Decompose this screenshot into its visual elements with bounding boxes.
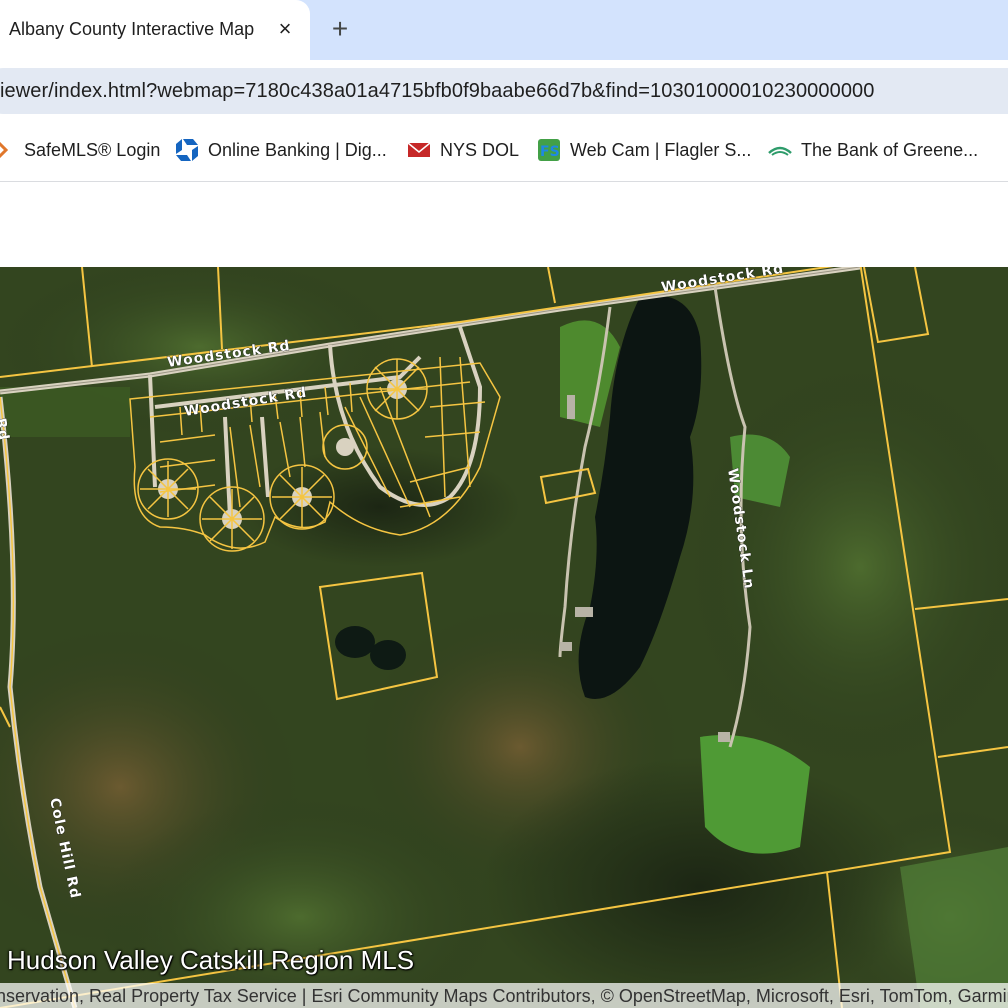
bookmark-label: The Bank of Greene... (801, 139, 979, 160)
attribution-text: nservation, Real Property Tax Service | … (0, 986, 1008, 1006)
address-bar[interactable]: iewer/index.html?webmap=7180c438a01a4715… (0, 68, 1008, 114)
nys-dol-icon (406, 137, 432, 163)
webcam-icon: FS (536, 137, 562, 163)
bookmarks-bar: SafeMLS® Login Online Banking | Dig... N… (0, 120, 1008, 182)
tab-strip: Albany County Interactive Map × + (0, 0, 1008, 60)
mls-watermark: Hudson Valley Catskill Region MLS (7, 945, 415, 975)
url-text: iewer/index.html?webmap=7180c438a01a4715… (0, 80, 875, 102)
bank-icon (767, 137, 793, 163)
bookmark-safemls[interactable]: SafeMLS® Login (0, 137, 160, 163)
bookmark-label: Online Banking | Dig... (208, 139, 387, 160)
svg-text:FS: FS (540, 144, 560, 160)
bookmark-label: SafeMLS® Login (24, 139, 161, 160)
map-view[interactable]: Woodstock Rd Woodstock Rd Woodstock Rd W… (0, 267, 1008, 1008)
map-attribution: nservation, Real Property Tax Service | … (0, 983, 1008, 1008)
new-tab-icon[interactable]: + (326, 14, 354, 44)
bookmark-label: Web Cam | Flagler S... (570, 139, 752, 160)
bookmark-bank-of-greene[interactable]: The Bank of Greene... (767, 137, 978, 163)
satellite-imagery: Woodstock Rd Woodstock Rd Woodstock Rd W… (0, 267, 1008, 1008)
chase-icon (174, 137, 200, 163)
tab-title: Albany County Interactive Map (9, 19, 255, 39)
bookmark-label: NYS DOL (440, 139, 520, 160)
browser-toolbar: iewer/index.html?webmap=7180c438a01a4715… (0, 60, 1008, 120)
bookmark-web-cam[interactable]: FS Web Cam | Flagler S... (536, 137, 751, 163)
tab-albany-county-map[interactable]: Albany County Interactive Map × (0, 0, 310, 60)
bookmark-online-banking[interactable]: Online Banking | Dig... (174, 137, 387, 163)
safemls-icon (0, 137, 16, 163)
page-header-area (0, 182, 1008, 267)
close-icon[interactable]: × (274, 16, 296, 42)
bookmark-nys-dol[interactable]: NYS DOL (406, 137, 519, 163)
